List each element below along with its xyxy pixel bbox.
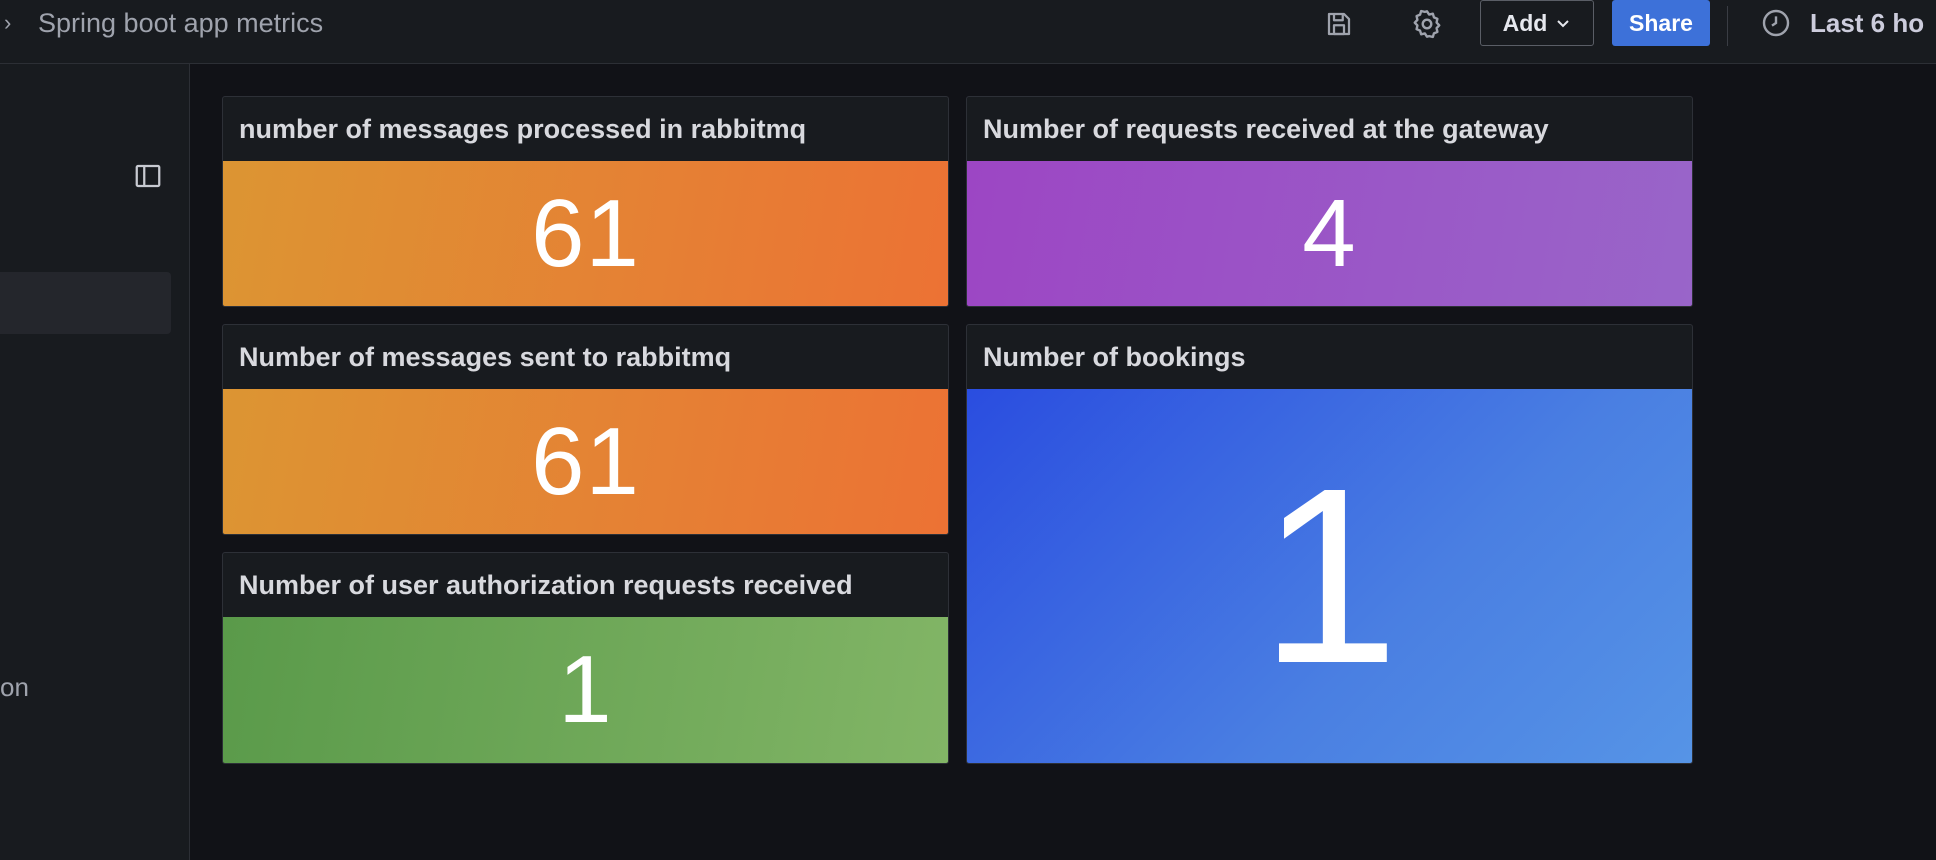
stat-panel-bookings[interactable]: Number of bookings 1	[966, 324, 1693, 764]
stat-value: 4	[1302, 179, 1357, 287]
sidebar: on	[0, 64, 190, 860]
top-navbar: › Spring boot app metrics Add Share Last…	[0, 0, 1936, 64]
breadcrumb-chevron-icon[interactable]: ›	[4, 12, 11, 34]
sidebar-active-item[interactable]	[0, 272, 171, 334]
panel-header[interactable]: number of messages processed in rabbitmq	[223, 97, 948, 161]
panel-header[interactable]: Number of requests received at the gatew…	[967, 97, 1692, 161]
stat-value: 61	[531, 407, 640, 515]
chevron-down-icon	[1557, 20, 1570, 28]
panel-title: Number of messages sent to rabbitmq	[239, 341, 732, 372]
stat-panel-user-authorization[interactable]: Number of user authorization requests re…	[222, 552, 949, 764]
share-button-label: Share	[1629, 9, 1693, 36]
stat-value: 61	[531, 179, 640, 287]
panel-title: Number of requests received at the gatew…	[983, 113, 1549, 144]
stat-panel-gateway-requests[interactable]: Number of requests received at the gatew…	[966, 96, 1693, 307]
add-button-label: Add	[1502, 9, 1548, 36]
gear-icon[interactable]	[1410, 8, 1444, 40]
panel-title: Number of user authorization requests re…	[239, 569, 853, 600]
panel-header[interactable]: Number of bookings	[967, 325, 1692, 389]
sidebar-dock-icon[interactable]	[130, 158, 166, 194]
toolbar-divider	[1727, 6, 1728, 46]
sidebar-item-label[interactable]: on	[0, 672, 29, 702]
dashboard-title[interactable]: Spring boot app metrics	[38, 8, 323, 38]
stat-value-area: 61	[223, 389, 948, 534]
stat-value: 1	[558, 636, 613, 743]
clock-icon	[1762, 9, 1790, 37]
share-button[interactable]: Share	[1612, 0, 1710, 46]
stat-value-area: 1	[967, 389, 1692, 763]
stat-value-area: 61	[223, 161, 948, 306]
stat-value-area: 1	[223, 617, 948, 763]
stat-value-area: 4	[967, 161, 1692, 306]
panel-title: number of messages processed in rabbitmq	[239, 113, 807, 144]
stat-panel-messages-sent[interactable]: Number of messages sent to rabbitmq 61	[222, 324, 949, 535]
panel-header[interactable]: Number of messages sent to rabbitmq	[223, 325, 948, 389]
panel-header[interactable]: Number of user authorization requests re…	[223, 553, 948, 617]
panel-title: Number of bookings	[983, 341, 1246, 372]
stat-value: 1	[1259, 436, 1400, 715]
save-icon[interactable]	[1322, 8, 1356, 40]
stat-panel-messages-processed[interactable]: number of messages processed in rabbitmq…	[222, 96, 949, 307]
time-range-picker[interactable]: Last 6 ho	[1760, 2, 1924, 44]
add-button[interactable]: Add	[1480, 0, 1594, 46]
time-range-label: Last 6 ho	[1810, 7, 1925, 38]
